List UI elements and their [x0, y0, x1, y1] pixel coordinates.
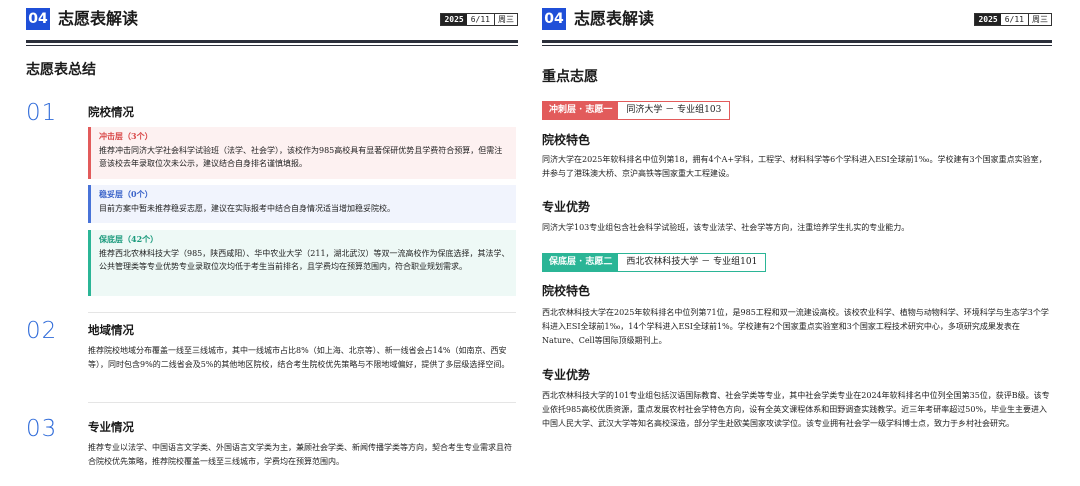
tag-school-label: 同济大学 － 专业组103 — [618, 102, 730, 119]
callout-title: 冲击层（3个） — [99, 131, 153, 141]
callout-text: 目前方案中暂未推荐稳妥志愿，建议在实际报考中结合自身情况适当增加稳妥院校。 — [99, 204, 395, 213]
row-title-major: 专业情况 — [88, 420, 134, 434]
tag-tier-label: 冲刺层 · 志愿一 — [543, 102, 619, 119]
callout-text: 推荐冲击同济大学社会科学试验班（法学、社会学），该校作为985高校具有显著保研优… — [99, 146, 503, 168]
header-title: 志愿表解读 — [58, 9, 139, 28]
tag-tier-label: 保底层 · 志愿二 — [543, 254, 619, 271]
right-page: 04 志愿表解读 2025 6/11 周三 重点志愿 冲刺层 · 志愿一 同济大… — [540, 0, 1080, 486]
section-title: 志愿表总结 — [26, 62, 96, 78]
left-page: 04 志愿表解读 2025 6/11 周三 志愿表总结 01 院校情况 冲击层（… — [0, 0, 528, 486]
date-weekday: 周三 — [1028, 14, 1051, 25]
date-stamp: 2025 6/11 周三 — [440, 13, 518, 26]
chapter-number-badge: 04 — [26, 8, 50, 30]
row-number-02: 02 — [26, 318, 58, 344]
header-title: 志愿表解读 — [574, 9, 655, 28]
region-paragraph: 推荐院校地域分布覆盖一线至三线城市，其中一线城市占比8%（如上海、北京等）、新一… — [88, 346, 510, 369]
fallback-choice-tag: 保底层 · 志愿二 西北农林科技大学 － 专业组101 — [542, 253, 767, 272]
date-day: 6/11 — [1004, 15, 1024, 24]
date-stamp: 2025 6/11 周三 — [974, 13, 1052, 26]
date-year: 2025 — [441, 14, 467, 25]
date-day: 6/11 — [470, 15, 490, 24]
callout-rush-tier: 冲击层（3个） 推荐冲击同济大学社会科学试验班（法学、社会学），该校作为985高… — [88, 127, 516, 179]
subsection-title: 院校特色 — [542, 133, 591, 147]
subsection-title: 院校特色 — [542, 284, 591, 298]
row-divider — [88, 312, 516, 313]
callout-safe-tier: 稳妥层（0个） 目前方案中暂未推荐稳妥志愿，建议在实际报考中结合自身情况适当增加… — [88, 185, 516, 223]
date-weekday: 周三 — [494, 14, 517, 25]
header-rule-thick — [26, 40, 518, 43]
row-number-01: 01 — [26, 100, 58, 126]
tag-school-label: 西北农林科技大学 － 专业组101 — [618, 254, 766, 271]
callout-fallback-tier: 保底层（42个） 推荐西北农林科技大学（985，陕西咸阳）、华中农业大学（211… — [88, 230, 516, 296]
header-rule-thin — [542, 45, 1052, 46]
callout-text: 推荐西北农林科技大学（985，陕西咸阳）、华中农业大学（211，湖北武汉）等双一… — [99, 249, 510, 271]
callout-title: 保底层（42个） — [99, 234, 159, 244]
rush-choice-tag: 冲刺层 · 志愿一 同济大学 － 专业组103 — [542, 101, 731, 120]
page-header: 04 志愿表解读 2025 6/11 周三 — [542, 8, 1052, 34]
chapter-number-badge: 04 — [542, 8, 566, 30]
date-year: 2025 — [975, 14, 1001, 25]
page-header: 04 志愿表解读 2025 6/11 周三 — [26, 8, 518, 34]
row-title-school: 院校情况 — [88, 105, 134, 119]
school-feature-paragraph: 西北农林科技大学在2025年软科排名中位列第71位，是985工程和双一流建设高校… — [542, 308, 1049, 345]
row-title-region: 地域情况 — [88, 323, 134, 337]
row-number-03: 03 — [26, 416, 58, 442]
subsection-title: 专业优势 — [542, 368, 591, 382]
major-paragraph: 推荐专业以法学、中国语言文学类、外国语言文学类为主，兼顾社会学类、新闻传播学类等… — [88, 443, 512, 466]
row-divider — [88, 402, 516, 403]
school-feature-paragraph: 同济大学在2025年软科排名中位列第18，拥有4个A+学科，工程学、材料科学等6… — [542, 155, 1047, 178]
section-title: 重点志愿 — [542, 69, 598, 85]
callout-title: 稳妥层（0个） — [99, 189, 153, 199]
major-advantage-paragraph: 同济大学103专业组包含社会科学试验班，该专业法学、社会学等方向，注重培养学生扎… — [542, 223, 910, 232]
header-rule-thick — [542, 40, 1052, 43]
subsection-title: 专业优势 — [542, 200, 591, 214]
major-advantage-paragraph: 西北农林科技大学的101专业组包括汉语国际教育、社会学类等专业，其中社会学类专业… — [542, 391, 1050, 428]
header-rule-thin — [26, 45, 518, 46]
